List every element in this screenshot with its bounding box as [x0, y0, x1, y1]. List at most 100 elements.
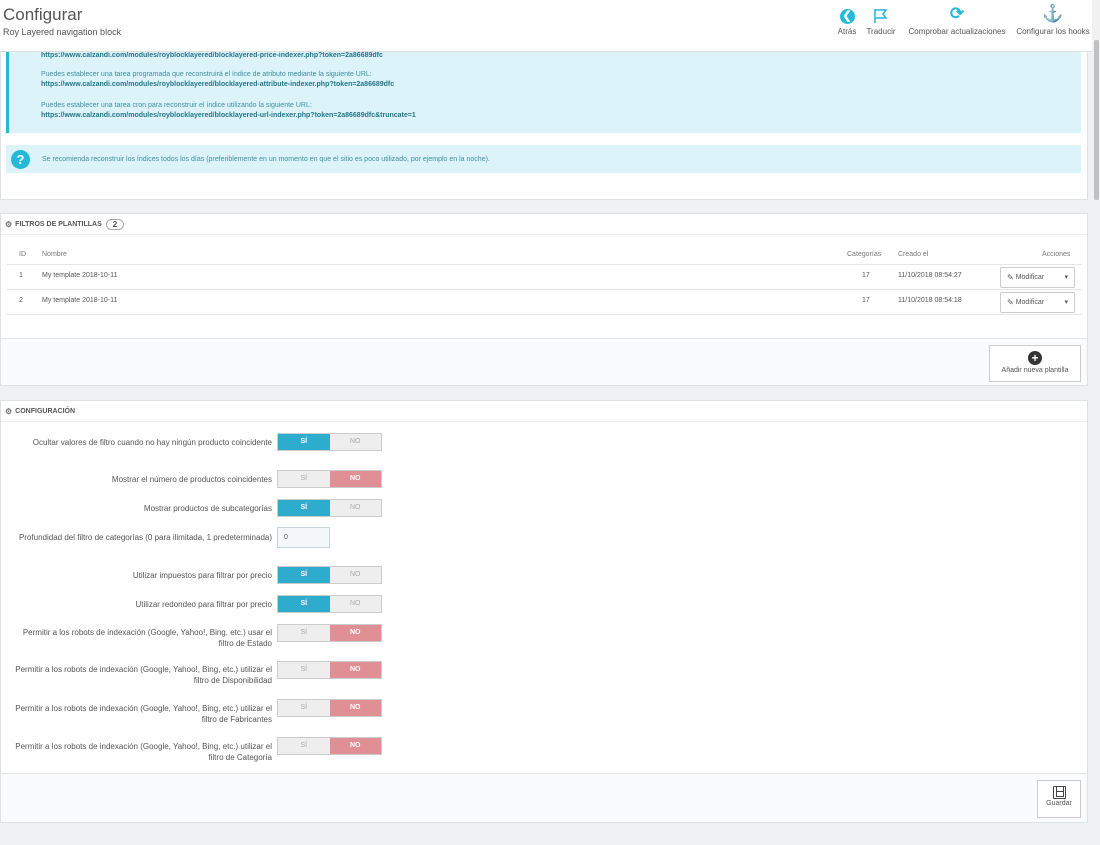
anchor-icon: ⚓: [1042, 4, 1064, 23]
plus-circle-icon: +: [1028, 351, 1042, 365]
templates-heading-text: FILTROS DE PLANTILLAS: [15, 220, 102, 228]
modify-label: Modificar: [1015, 274, 1045, 281]
switch-yes[interactable]: SÍ: [278, 700, 330, 716]
add-template-label: Añadir nueva plantilla: [1001, 367, 1069, 374]
col-name: Nombre: [42, 251, 67, 258]
hide-empty-filter-label: Ocultar valores de filtro cuando no hay …: [32, 438, 272, 447]
flag-icon: [874, 9, 888, 23]
show-subcategories-label: Mostrar productos de subcategorías: [143, 504, 272, 513]
row-divider: [7, 264, 1082, 265]
save-button[interactable]: Guardar: [1037, 780, 1081, 818]
configuration-footer: [1, 773, 1087, 822]
page-header: Configurar Roy Layered navigation block …: [0, 0, 1092, 52]
caret-down-icon[interactable]: ▾: [1064, 273, 1068, 281]
configuration-heading: ⚙ CONFIGURACIÓN: [1, 401, 1087, 422]
switch-no[interactable]: NO: [329, 738, 381, 754]
recommendation-text: Se recomienda reconstruir los índices to…: [42, 155, 490, 163]
switch-no[interactable]: NO: [329, 700, 381, 716]
row-name: My template 2018-10-11: [42, 297, 118, 304]
show-count-switch[interactable]: SÍ NO: [277, 470, 382, 488]
floppy-disk-icon: [1052, 786, 1066, 799]
tax-filter-switch[interactable]: SÍ NO: [277, 566, 382, 584]
configure-hooks-label: Configurar los hooks: [1016, 27, 1090, 36]
url-indexer-link[interactable]: https://www.calzandi.com/modules/roybloc…: [41, 112, 416, 119]
scrollbar-thumb[interactable]: [1094, 40, 1099, 200]
show-count-label: Mostrar el número de productos coinciden…: [111, 475, 272, 484]
save-label: Guardar: [1046, 800, 1072, 807]
row-categories: 17: [862, 297, 870, 304]
row-name: My template 2018-10-11: [42, 272, 118, 279]
caret-down-icon[interactable]: ▾: [1064, 298, 1068, 306]
add-template-button[interactable]: + Añadir nueva plantilla: [989, 345, 1081, 382]
pencil-icon: ✎: [1007, 298, 1014, 307]
templates-count-badge: 2: [105, 218, 125, 230]
attribute-indexer-link[interactable]: https://www.calzandi.com/modules/roybloc…: [41, 81, 394, 88]
url-indexer-text: Puedes establecer una tarea cron para re…: [41, 102, 312, 109]
robots-availability-switch[interactable]: SÍ NO: [277, 661, 382, 679]
page-subtitle: Roy Layered navigation block: [3, 27, 122, 37]
translate-button[interactable]: Traducir: [865, 0, 897, 36]
check-updates-label: Comprobar actualizaciones: [908, 27, 1006, 36]
check-updates-button[interactable]: ⟳ Comprobar actualizaciones: [906, 0, 1008, 36]
row-created: 11/10/2018 08:54:27: [898, 272, 962, 279]
row-divider: [7, 289, 1082, 290]
robots-manufacturer-label: Permitir a los robots de indexación (Goo…: [15, 704, 272, 724]
templates-footer: [1, 338, 1087, 385]
rounding-filter-switch[interactable]: SÍ NO: [277, 595, 382, 613]
configuration-heading-text: CONFIGURACIÓN: [15, 407, 76, 415]
row-id: 1: [19, 272, 23, 279]
switch-yes[interactable]: SÍ: [278, 738, 330, 754]
translate-label: Traducir: [866, 27, 896, 36]
switch-no[interactable]: NO: [329, 625, 381, 641]
switch-no[interactable]: NO: [330, 596, 382, 612]
switch-yes[interactable]: SÍ: [278, 662, 330, 678]
col-id: ID: [19, 251, 26, 258]
switch-no[interactable]: NO: [330, 567, 382, 583]
robots-condition-label: Permitir a los robots de indexación (Goo…: [22, 628, 272, 648]
robots-category-switch[interactable]: SÍ NO: [277, 737, 382, 755]
back-icon: ❮: [839, 9, 855, 24]
pencil-icon: ✎: [1007, 273, 1014, 282]
row-categories: 17: [862, 272, 870, 279]
modify-label: Modificar: [1015, 299, 1045, 306]
row-divider: [7, 314, 1082, 315]
switch-yes[interactable]: SÍ: [278, 567, 330, 583]
modify-button[interactable]: ✎ Modificar ▾: [1000, 267, 1075, 288]
gears-icon: ⚙: [5, 406, 13, 416]
modify-button[interactable]: ✎ Modificar ▾: [1000, 292, 1075, 313]
switch-yes[interactable]: SÍ: [278, 471, 330, 487]
page-title: Configurar: [3, 5, 83, 24]
show-subcategories-switch[interactable]: SÍ NO: [277, 499, 382, 517]
col-actions: Acciones: [1042, 251, 1071, 258]
back-button[interactable]: ❮ Atrás: [836, 0, 858, 36]
robots-manufacturer-switch[interactable]: SÍ NO: [277, 699, 382, 717]
col-created: Creado el: [898, 251, 929, 258]
question-icon: ?: [11, 149, 30, 169]
category-depth-label: Profundidad del filtro de categorías (0 …: [18, 533, 272, 542]
rounding-filter-label: Utilizar redondeo para filtrar por preci…: [135, 600, 272, 609]
switch-yes[interactable]: SÍ: [278, 596, 330, 612]
switch-no[interactable]: NO: [329, 471, 381, 487]
page-scrollbar[interactable]: [1093, 0, 1100, 845]
row-created: 11/10/2018 08:54:18: [898, 297, 962, 304]
row-id: 2: [19, 297, 23, 304]
col-categories: Categorías: [847, 251, 882, 258]
switch-yes[interactable]: SÍ: [278, 625, 330, 641]
robots-category-label: Permitir a los robots de indexación (Goo…: [15, 742, 272, 762]
refresh-icon: ⟳: [949, 4, 965, 23]
category-depth-input[interactable]: 0: [277, 527, 330, 548]
robots-condition-switch[interactable]: SÍ NO: [277, 624, 382, 642]
back-label: Atrás: [837, 27, 857, 36]
price-indexer-link[interactable]: https://www.calzandi.com/modules/roybloc…: [41, 52, 383, 59]
hide-empty-filter-switch[interactable]: SÍ NO: [277, 433, 382, 451]
tax-filter-label: Utilizar impuestos para filtrar por prec…: [132, 571, 272, 580]
templates-heading: ⚙ FILTROS DE PLANTILLAS 2: [1, 214, 1087, 235]
switch-yes[interactable]: SÍ: [278, 500, 330, 516]
switch-no[interactable]: NO: [330, 434, 382, 450]
switch-yes[interactable]: SÍ: [278, 434, 330, 450]
switch-no[interactable]: NO: [329, 662, 381, 678]
switch-no[interactable]: NO: [330, 500, 382, 516]
cron-info-box: https://www.calzandi.com/modules/roybloc…: [6, 52, 1081, 133]
configure-hooks-button[interactable]: ⚓ Configurar los hooks: [1013, 0, 1093, 36]
recommendation-box: ? Se recomienda reconstruir los índices …: [6, 145, 1081, 173]
